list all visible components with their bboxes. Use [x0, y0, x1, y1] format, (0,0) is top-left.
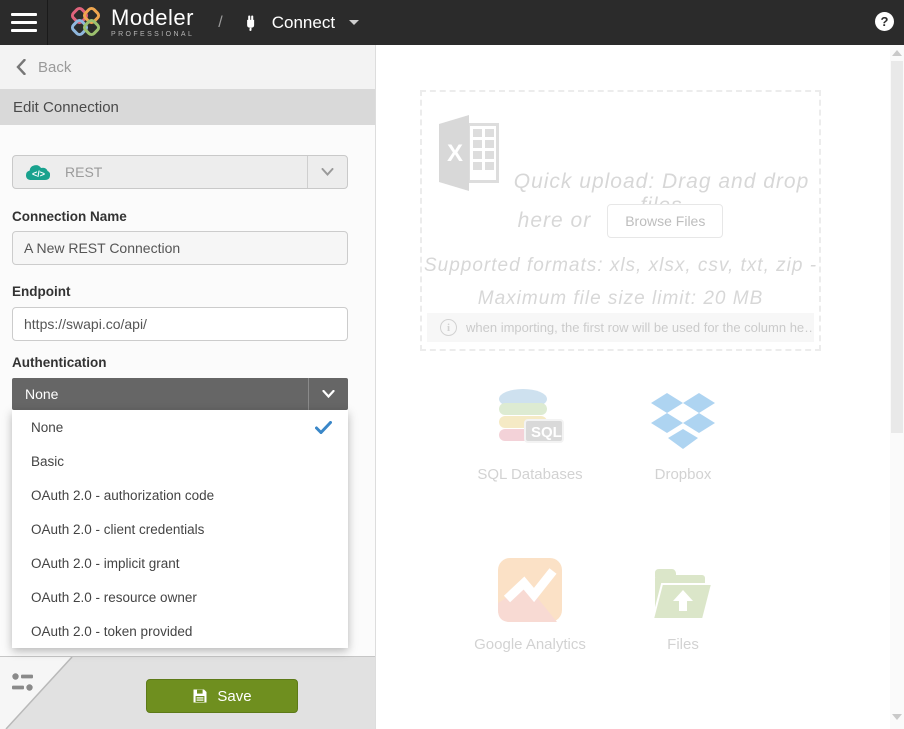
- corner-fold: [0, 657, 82, 729]
- svg-text:X: X: [447, 140, 463, 167]
- check-icon: [315, 421, 332, 434]
- service-google-analytics[interactable]: Google Analytics: [455, 553, 605, 653]
- authentication-value: None: [25, 386, 58, 402]
- app-subtitle: PROFESSIONAL: [111, 31, 194, 38]
- auth-option-oauth-token-provided[interactable]: OAuth 2.0 - token provided: [12, 614, 348, 648]
- modeler-logo-icon: [70, 7, 102, 39]
- scroll-down-arrow[interactable]: [892, 714, 902, 724]
- app-window: Modeler PROFESSIONAL / Connect ?: [0, 0, 904, 729]
- sql-databases-icon: SQL: [455, 383, 605, 453]
- connect-menu[interactable]: Connect: [241, 12, 359, 33]
- app-wordmark: Modeler PROFESSIONAL: [111, 7, 194, 38]
- authentication-select[interactable]: None: [12, 378, 348, 410]
- connector-type-value: REST: [65, 164, 102, 180]
- connector-type-select[interactable]: </> REST: [12, 155, 348, 189]
- auth-option-basic[interactable]: Basic: [12, 444, 348, 478]
- save-button[interactable]: Save: [146, 679, 298, 713]
- service-label: Dropbox: [608, 466, 758, 483]
- files-folder-icon: [608, 553, 758, 623]
- quick-upload-dropzone[interactable]: X Quick upload: Drag and drop files here…: [420, 90, 821, 351]
- google-analytics-icon: [455, 553, 605, 623]
- scrollbar-thumb[interactable]: [891, 61, 903, 433]
- edit-connection-panel: Back Edit Connection </> REST Connection…: [0, 45, 376, 729]
- connection-form: </> REST Connection Name Endpoint Authen…: [0, 125, 375, 656]
- auth-option-oauth-authorization-code[interactable]: OAuth 2.0 - authorization code: [12, 478, 348, 512]
- import-note-text: when importing, the first row will be us…: [466, 320, 814, 335]
- connector-chevron-segment[interactable]: [307, 156, 347, 188]
- connection-name-input[interactable]: [12, 231, 348, 265]
- floppy-save-icon: [192, 688, 208, 704]
- connect-plug-icon: [241, 12, 262, 33]
- auth-option-oauth-resource-owner[interactable]: OAuth 2.0 - resource owner: [12, 580, 348, 614]
- chevron-down-icon: [322, 390, 335, 398]
- browse-files-button[interactable]: Browse Files: [607, 204, 723, 238]
- excel-file-icon: X: [439, 115, 503, 191]
- save-label: Save: [217, 688, 251, 705]
- authentication-chevron-segment[interactable]: [308, 378, 348, 410]
- authentication-label: Authentication: [12, 355, 107, 370]
- panel-footer: Save: [0, 656, 375, 729]
- svg-text:SQL: SQL: [531, 424, 562, 441]
- back-label: Back: [38, 59, 71, 76]
- chevron-down-icon: [349, 20, 359, 25]
- connect-sources-area: X Quick upload: Drag and drop files here…: [377, 45, 890, 729]
- panel-title: Edit Connection: [0, 89, 375, 125]
- service-sql-databases[interactable]: SQL SQL Databases: [455, 383, 605, 483]
- endpoint-label: Endpoint: [12, 284, 70, 299]
- upload-instruction-line2: here or Browse Files: [422, 204, 819, 238]
- app-name: Modeler: [111, 7, 194, 29]
- help-button[interactable]: ?: [875, 12, 894, 31]
- rest-cloud-icon: </>: [25, 163, 51, 182]
- chevron-down-icon: [321, 168, 334, 176]
- breadcrumb-separator: /: [218, 14, 222, 32]
- upload-instruction-prefix: here or: [518, 209, 592, 233]
- service-label: SQL Databases: [455, 466, 605, 483]
- app-logo: Modeler PROFESSIONAL: [70, 7, 194, 39]
- auth-option-oauth-implicit-grant[interactable]: OAuth 2.0 - implicit grant: [12, 546, 348, 580]
- dropbox-icon: [608, 383, 758, 453]
- service-label: Files: [608, 636, 758, 653]
- settings-sliders-icon[interactable]: [11, 672, 35, 692]
- help-glyph: ?: [881, 14, 889, 29]
- svg-text:</>: </>: [32, 169, 45, 179]
- import-note-row: i when importing, the first row will be …: [427, 313, 814, 342]
- service-label: Google Analytics: [455, 636, 605, 653]
- scroll-up-arrow[interactable]: [892, 50, 902, 60]
- supported-formats-line2: Maximum file size limit: 20 MB: [422, 288, 819, 310]
- auth-option-none[interactable]: None: [12, 410, 348, 444]
- vertical-scrollbar[interactable]: [890, 45, 904, 729]
- endpoint-input[interactable]: [12, 307, 348, 341]
- section-title: Connect: [272, 13, 335, 33]
- top-bar: Modeler PROFESSIONAL / Connect ?: [0, 0, 904, 45]
- supported-formats-line1: Supported formats: xls, xlsx, csv, txt, …: [422, 255, 819, 277]
- chevron-left-icon: [16, 59, 26, 75]
- connection-name-label: Connection Name: [12, 209, 127, 224]
- service-files[interactable]: Files: [608, 553, 758, 653]
- back-button[interactable]: Back: [0, 45, 375, 89]
- auth-option-oauth-client-credentials[interactable]: OAuth 2.0 - client credentials: [12, 512, 348, 546]
- faded-overlay-region: X Quick upload: Drag and drop files here…: [377, 45, 890, 729]
- menu-button[interactable]: [0, 0, 48, 45]
- info-icon: i: [440, 319, 457, 336]
- service-dropbox[interactable]: Dropbox: [608, 383, 758, 483]
- authentication-dropdown-menu: None Basic OAuth 2.0 - authorization cod…: [12, 410, 348, 648]
